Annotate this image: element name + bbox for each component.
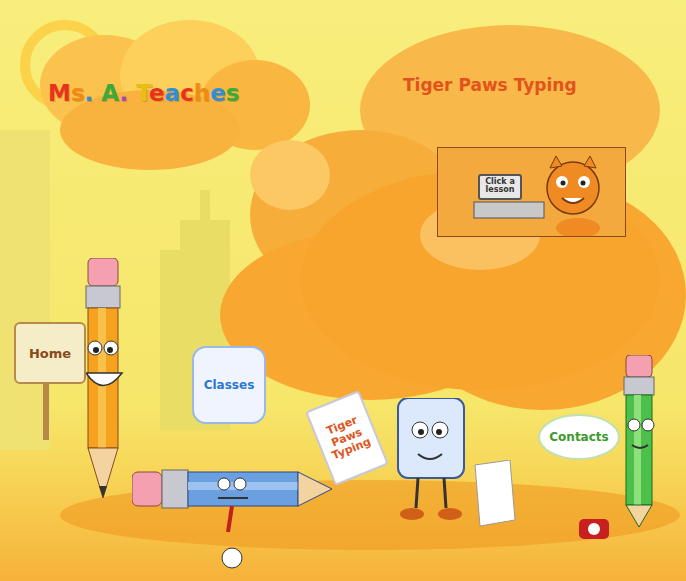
blue-pencil-icon <box>132 462 337 572</box>
nav-bubble[interactable]: Contacts <box>538 414 620 460</box>
eraser-icon <box>388 398 478 528</box>
tiger-icon <box>438 148 625 236</box>
page-canvas: Ms. A. Teaches Tiger Paws Typing Click a l… <box>0 0 686 581</box>
lesson-banner[interactable]: Click a lesson <box>437 147 626 237</box>
nav-label: Tiger Paws Typing <box>319 412 376 464</box>
nav-board[interactable]: Home <box>14 322 86 384</box>
paper-icon <box>470 460 520 530</box>
orange-pencil-icon <box>80 258 136 508</box>
building-icon <box>0 130 60 450</box>
telephone-icon <box>575 505 615 545</box>
nav-flag[interactable]: Tiger Paws Typing <box>305 390 389 486</box>
nav-label: Classes <box>204 378 255 392</box>
sign-post-icon <box>40 380 52 440</box>
site-title: Ms. A. Teaches <box>48 80 239 106</box>
nav-label: Contacts <box>549 430 608 444</box>
nav-label: Home <box>29 346 71 361</box>
banner-title: Tiger Paws Typing <box>403 75 577 95</box>
lesson-sign: Click a lesson <box>478 174 522 200</box>
cloud-shape <box>250 140 330 210</box>
green-pencil-icon <box>610 355 670 530</box>
nav-card[interactable]: Classes <box>192 346 266 424</box>
